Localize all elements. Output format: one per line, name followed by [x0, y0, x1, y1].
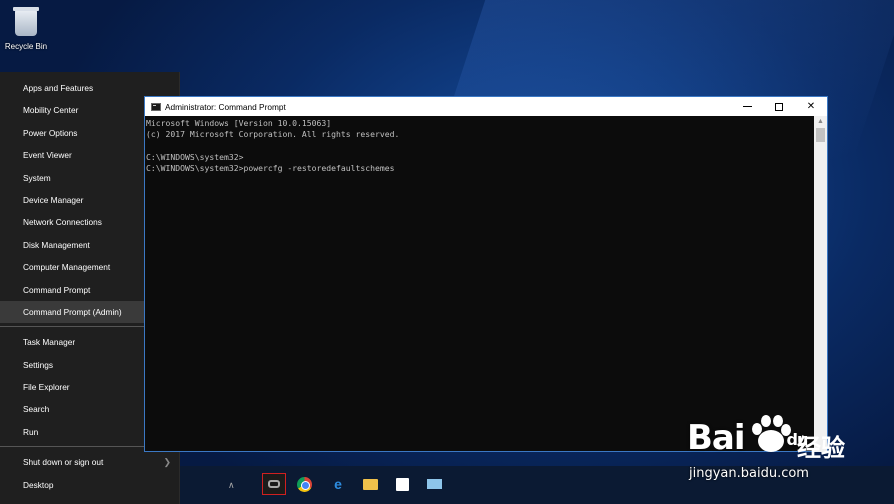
watermark-cn: 经验 [797, 434, 845, 462]
window-title: Administrator: Command Prompt [165, 101, 286, 112]
menu-item-shut-down[interactable]: Shut down or sign out ❯ [0, 451, 179, 473]
baidu-watermark: Bai du 经验 jingyan.baidu.com [685, 410, 885, 498]
vertical-scrollbar[interactable]: ▲ [814, 116, 827, 452]
chevron-right-icon: ❯ [163, 457, 171, 468]
menu-item-desktop[interactable]: Desktop [0, 474, 179, 496]
window-titlebar[interactable]: Administrator: Command Prompt ✕ [145, 97, 827, 116]
edge-icon[interactable]: e [326, 473, 350, 495]
watermark-brand-bai: Bai [687, 418, 746, 458]
console-output[interactable]: Microsoft Windows [Version 10.0.15063] (c… [145, 116, 815, 452]
console-line: Microsoft Windows [Version 10.0.15063] [146, 118, 332, 128]
console-line: C:\WINDOWS\system32>powercfg -restoredef… [146, 162, 395, 173]
recycle-bin-icon [13, 7, 39, 36]
maximize-icon [775, 102, 783, 111]
scroll-up-icon[interactable]: ▲ [814, 116, 827, 128]
close-icon: ✕ [806, 101, 816, 112]
close-button[interactable]: ✕ [795, 97, 827, 116]
menu-item-shut-down-label: Shut down or sign out [23, 457, 104, 468]
minimize-icon [742, 106, 752, 107]
recycle-bin-label: Recycle Bin [4, 42, 48, 51]
watermark-url: jingyan.baidu.com [689, 466, 809, 481]
console-line: (c) 2017 Microsoft Corporation. All righ… [146, 129, 400, 140]
file-explorer-icon[interactable] [358, 473, 382, 495]
baidu-paw-icon [752, 415, 791, 452]
recycle-bin[interactable]: Recycle Bin [4, 7, 48, 51]
scrollbar-thumb[interactable] [816, 128, 825, 142]
mail-icon[interactable] [422, 473, 446, 495]
command-prompt-window[interactable]: Administrator: Command Prompt ✕ Microsof… [144, 96, 828, 452]
chevron-up-icon[interactable]: ∧ [228, 480, 235, 491]
teamviewer-icon[interactable] [262, 473, 286, 495]
store-icon[interactable] [390, 473, 414, 495]
console-line: C:\WINDOWS\system32> [146, 151, 244, 162]
minimize-button[interactable] [731, 97, 763, 116]
maximize-button[interactable] [763, 97, 795, 116]
console-app-icon [151, 102, 161, 111]
chrome-icon[interactable] [292, 473, 316, 495]
